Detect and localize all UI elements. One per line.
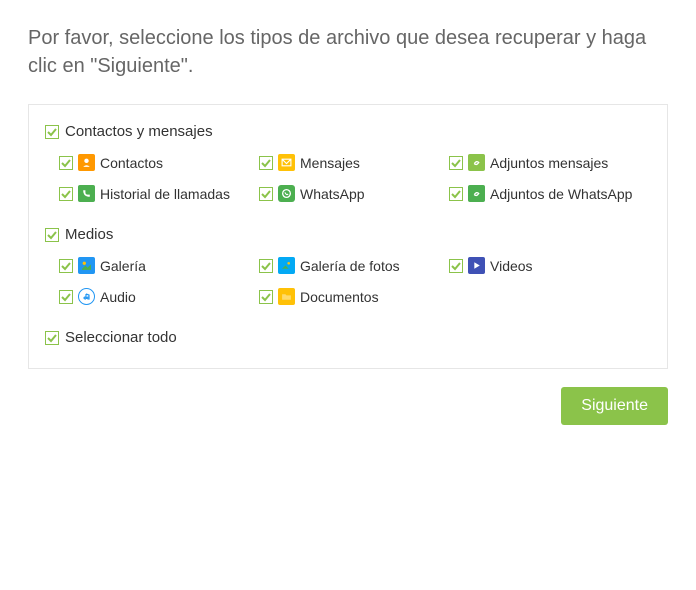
label-videos: Videos [490,258,533,274]
label-contacts: Contactos [100,155,163,171]
label-photo-gallery: Galería de fotos [300,258,400,274]
item-call-history: Historial de llamadas [59,185,259,202]
whatsapp-attachment-icon [468,185,485,202]
selection-panel: Contactos y mensajes Contactos Mensajes … [28,104,668,369]
messages-icon [278,154,295,171]
folder-icon [278,288,295,305]
label-whatsapp: WhatsApp [300,186,365,202]
item-whatsapp: WhatsApp [259,185,449,202]
grid-media: Galería Galería de fotos Videos Audio Do… [45,257,651,305]
checkbox-photo-gallery[interactable] [259,259,273,273]
section-contacts-header: Contactos y mensajes [45,123,651,140]
section-contacts-title: Contactos y mensajes [65,123,213,140]
video-icon [468,257,485,274]
label-messages: Mensajes [300,155,360,171]
instruction-text: Por favor, seleccione los tipos de archi… [28,24,668,80]
attachment-icon [468,154,485,171]
contacts-icon [78,154,95,171]
checkbox-videos[interactable] [449,259,463,273]
checkbox-call-history[interactable] [59,187,73,201]
item-audio: Audio [59,288,259,305]
whatsapp-icon [278,185,295,202]
checkbox-select-all[interactable] [45,331,59,345]
checkbox-documents[interactable] [259,290,273,304]
label-audio: Audio [100,289,136,305]
checkbox-messages[interactable] [259,156,273,170]
label-call-history: Historial de llamadas [100,186,230,202]
checkbox-gallery[interactable] [59,259,73,273]
section-media-header: Medios [45,226,651,243]
checkbox-wa-attachments[interactable] [449,187,463,201]
phone-icon [78,185,95,202]
checkbox-audio[interactable] [59,290,73,304]
checkbox-msg-attachments[interactable] [449,156,463,170]
item-contacts: Contactos [59,154,259,171]
photo-icon [278,257,295,274]
item-msg-attachments: Adjuntos mensajes [449,154,651,171]
footer: Siguiente [28,387,668,425]
item-videos: Videos [449,257,651,274]
label-documents: Documentos [300,289,379,305]
checkbox-contacts[interactable] [59,156,73,170]
item-gallery: Galería [59,257,259,274]
checkbox-section-media[interactable] [45,228,59,242]
section-media-title: Medios [65,226,113,243]
select-all-label: Seleccionar todo [65,329,177,346]
next-button[interactable]: Siguiente [561,387,668,425]
checkbox-section-contacts[interactable] [45,125,59,139]
item-wa-attachments: Adjuntos de WhatsApp [449,185,651,202]
item-documents: Documentos [259,288,449,305]
label-wa-attachments: Adjuntos de WhatsApp [490,186,632,202]
grid-contacts: Contactos Mensajes Adjuntos mensajes His… [45,154,651,202]
checkbox-whatsapp[interactable] [259,187,273,201]
select-all-row: Seleccionar todo [45,329,651,346]
gallery-icon [78,257,95,274]
item-messages: Mensajes [259,154,449,171]
label-msg-attachments: Adjuntos mensajes [490,155,608,171]
audio-icon [78,288,95,305]
label-gallery: Galería [100,258,146,274]
item-photo-gallery: Galería de fotos [259,257,449,274]
